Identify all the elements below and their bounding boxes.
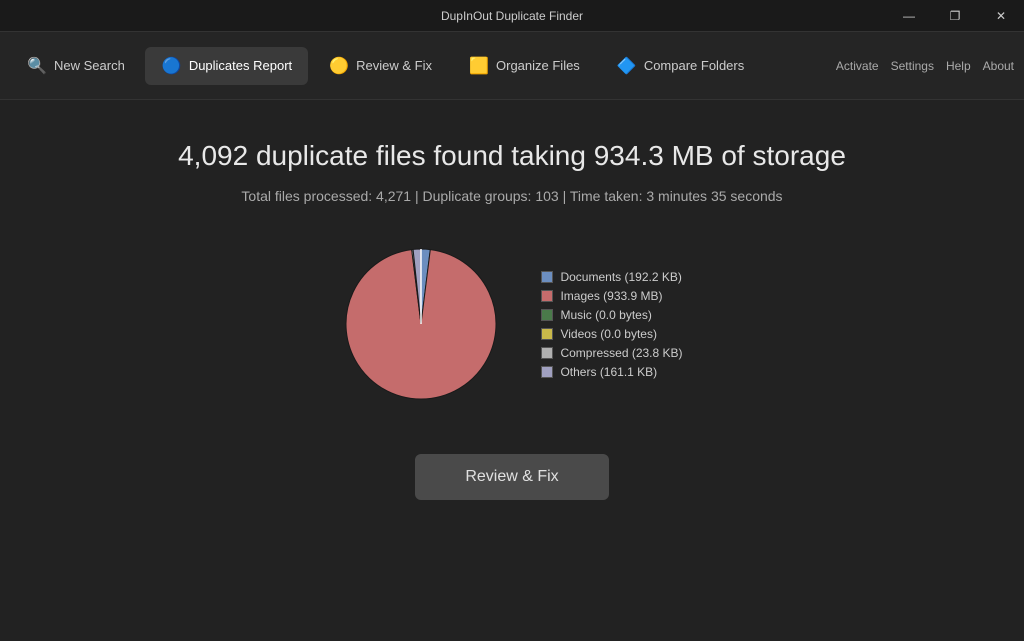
legend-label: Compressed (23.8 KB) — [560, 346, 682, 360]
legend-item: Images (933.9 MB) — [541, 289, 682, 303]
legend-item: Videos (0.0 bytes) — [541, 327, 682, 341]
subline: Total files processed: 4,271 | Duplicate… — [241, 188, 782, 204]
new-search-label: New Search — [54, 58, 125, 73]
legend-color-swatch — [541, 290, 553, 302]
nav-link-settings[interactable]: Settings — [891, 59, 934, 73]
legend-label: Videos (0.0 bytes) — [560, 327, 657, 341]
nav-tabs: 🔍 New Search 🔵 Duplicates Report 🟡 Review & F… — [10, 47, 836, 85]
legend-item: Music (0.0 bytes) — [541, 308, 682, 322]
nav-bar: 🔍 New Search 🔵 Duplicates Report 🟡 Review & F… — [0, 32, 1024, 100]
organize-files-icon: 🟨 — [468, 55, 490, 77]
legend-item: Compressed (23.8 KB) — [541, 346, 682, 360]
nav-link-help[interactable]: Help — [946, 59, 971, 73]
minimize-button[interactable]: — — [886, 0, 932, 32]
nav-tab-compare-folders[interactable]: 🔷 Compare Folders — [600, 47, 760, 85]
legend-label: Documents (192.2 KB) — [560, 270, 681, 284]
title-bar: DupInOut Duplicate Finder — ❐ ✕ — [0, 0, 1024, 32]
nav-tab-new-search[interactable]: 🔍 New Search — [10, 47, 141, 85]
nav-right-links: Activate Settings Help About — [836, 59, 1014, 73]
nav-tab-duplicates-report[interactable]: 🔵 Duplicates Report — [145, 47, 308, 85]
app-title: DupInOut Duplicate Finder — [441, 9, 583, 23]
pie-chart — [341, 244, 501, 404]
organize-files-label: Organize Files — [496, 58, 580, 73]
nav-link-about[interactable]: About — [983, 59, 1014, 73]
legend: Documents (192.2 KB) Images (933.9 MB) Mus… — [541, 270, 682, 379]
nav-link-activate[interactable]: Activate — [836, 59, 879, 73]
window-controls[interactable]: — ❐ ✕ — [886, 0, 1024, 32]
legend-color-swatch — [541, 366, 553, 378]
duplicates-report-label: Duplicates Report — [189, 58, 292, 73]
legend-color-swatch — [541, 347, 553, 359]
chart-area: Documents (192.2 KB) Images (933.9 MB) Mus… — [341, 244, 682, 404]
main-content: 4,092 duplicate files found taking 934.3… — [0, 100, 1024, 641]
headline: 4,092 duplicate files found taking 934.3… — [178, 140, 846, 172]
legend-label: Images (933.9 MB) — [560, 289, 662, 303]
compare-folders-label: Compare Folders — [644, 58, 744, 73]
duplicates-report-icon: 🔵 — [161, 55, 183, 77]
nav-tab-review-fix[interactable]: 🟡 Review & Fix — [312, 47, 448, 85]
legend-item: Documents (192.2 KB) — [541, 270, 682, 284]
legend-color-swatch — [541, 309, 553, 321]
review-fix-icon: 🟡 — [328, 55, 350, 77]
nav-tab-organize-files[interactable]: 🟨 Organize Files — [452, 47, 596, 85]
new-search-icon: 🔍 — [26, 55, 48, 77]
legend-item: Others (161.1 KB) — [541, 365, 682, 379]
review-fix-label: Review & Fix — [356, 58, 432, 73]
legend-label: Music (0.0 bytes) — [560, 308, 651, 322]
close-button[interactable]: ✕ — [978, 0, 1024, 32]
legend-color-swatch — [541, 271, 553, 283]
legend-label: Others (161.1 KB) — [560, 365, 657, 379]
compare-folders-icon: 🔷 — [616, 55, 638, 77]
legend-color-swatch — [541, 328, 553, 340]
review-fix-button[interactable]: Review & Fix — [415, 454, 608, 500]
maximize-button[interactable]: ❐ — [932, 0, 978, 32]
